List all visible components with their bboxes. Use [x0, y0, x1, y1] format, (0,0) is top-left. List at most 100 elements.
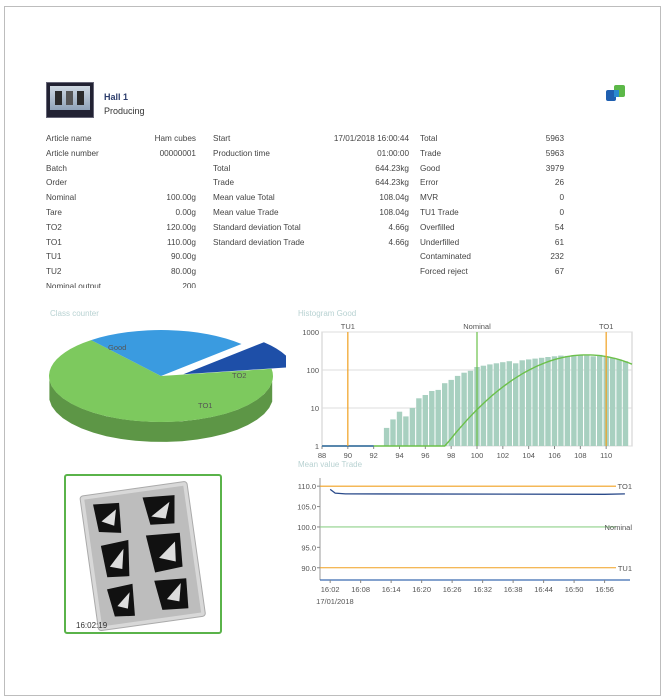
stat-row: Contaminated 232: [420, 250, 564, 265]
brand-logo-icon: [606, 85, 625, 101]
histogram-xtick: 110: [600, 451, 612, 460]
stat-value: 0.00g: [175, 207, 197, 217]
class-counter-title: Class counter: [50, 309, 99, 318]
trade-ref-label-tu1: TU1: [618, 564, 632, 573]
stat-row: TO2 120.00g: [46, 221, 196, 236]
stat-value: 80.00g: [170, 267, 196, 277]
histogram-bar: [577, 354, 583, 446]
histogram-xtick: 90: [344, 451, 352, 460]
pie-label-to1: TO1: [198, 401, 212, 410]
stat-value: 120.00g: [166, 222, 196, 232]
stat-value: 200: [182, 281, 196, 288]
stat-row: TU2 80.00g: [46, 265, 196, 280]
stat-value: 108.04g: [379, 193, 409, 203]
stat-row: TU1 90.00g: [46, 250, 196, 265]
histogram-xtick: 88: [318, 451, 326, 460]
stat-value: 0: [559, 193, 564, 203]
stat-label: Article number: [46, 148, 99, 158]
stat-label: Article name: [46, 134, 92, 143]
histogram-marker-label-tu1: TU1: [341, 322, 355, 331]
trade-ref-label-nominal: Nominal: [604, 523, 632, 532]
histogram-bar: [597, 354, 603, 446]
histogram-bar: [500, 362, 506, 446]
stat-row: TU1 Trade 0: [420, 206, 564, 221]
stat-value: 01:00:00: [377, 148, 409, 158]
histogram-bar: [622, 361, 629, 446]
machine-thumbnail-icon: [46, 82, 94, 118]
stat-value: 100.00g: [166, 193, 196, 203]
stat-row: Start 17/01/2018 16:00:44: [213, 132, 409, 147]
histogram-xtick: 108: [574, 451, 587, 460]
stat-label: MVR: [420, 193, 439, 203]
stat-row: Trade 644.23kg: [213, 176, 409, 191]
trade-ytick: 105.0: [297, 503, 316, 512]
stat-row: Nominal 100.00g: [46, 191, 196, 206]
histogram-bar: [609, 357, 616, 446]
mean-trade-title: Mean value Trade: [298, 460, 363, 469]
stat-row: Total 644.23kg: [213, 162, 409, 177]
histogram-bar: [461, 372, 467, 446]
histogram-bar: [538, 357, 545, 446]
histogram-bar: [429, 391, 435, 446]
stat-value: 644.23kg: [375, 163, 409, 173]
histogram-bar: [442, 383, 448, 446]
histogram-bar: [396, 411, 403, 446]
histogram-bar: [416, 398, 422, 446]
histogram-bar: [435, 389, 441, 446]
histogram-xtick: 98: [447, 451, 455, 460]
image-timestamp: 16:02:19: [76, 621, 108, 630]
stat-value: 5963: [545, 148, 564, 158]
hall-title: Hall 1: [104, 92, 129, 102]
stat-row: Article number 00000001: [46, 147, 196, 162]
stat-row: Standard deviation Trade 4.66g: [213, 236, 409, 251]
histogram-bar: [383, 427, 390, 446]
histogram-bar: [558, 355, 564, 446]
stat-value: 67: [554, 267, 564, 277]
class-counter-chart: Good TO1 TO2: [48, 330, 286, 442]
histogram-bar: [571, 355, 577, 446]
stat-row: Trade 5963: [420, 147, 564, 162]
trade-xtick: 16:14: [382, 585, 401, 594]
stat-row: MVR 0: [420, 191, 564, 206]
stat-row: Underfilled 61: [420, 236, 564, 251]
count-stats: Total 5963 Trade 5963 Good 3979 Error 26 MVR 0 TU1…: [420, 132, 564, 280]
histogram-bar: [409, 408, 416, 446]
stat-value: Ham cubes: [154, 134, 196, 143]
stat-label: TU1 Trade: [420, 207, 459, 217]
stat-row: TO1 110.00g: [46, 236, 196, 251]
histogram-bar: [422, 395, 428, 446]
histogram-marker-label-nominal: Nominal: [463, 322, 491, 331]
stat-label: Overfilled: [420, 222, 455, 232]
histogram-bar: [493, 363, 500, 446]
histogram-bar: [513, 363, 519, 446]
trade-series-line: [329, 488, 625, 495]
histogram-xtick: 104: [522, 451, 535, 460]
histogram-bar: [551, 356, 558, 446]
stat-label: Tare: [46, 207, 62, 217]
hall-status: Producing: [104, 106, 145, 116]
stat-label: Production time: [213, 148, 270, 158]
histogram-ytick: 1000: [302, 328, 319, 337]
pie-label-good: Good: [108, 343, 126, 352]
histogram-bar: [403, 416, 409, 446]
product-image-panel[interactable]: 16:02:19: [64, 474, 222, 634]
stat-row: Nominal output 200: [46, 280, 196, 288]
stat-label: Total: [420, 134, 438, 143]
trade-ytick: 95.0: [301, 543, 316, 552]
histogram-bar: [616, 359, 622, 446]
stat-value: 3979: [545, 163, 564, 173]
stat-label: Error: [420, 178, 439, 188]
stat-row: Good 3979: [420, 162, 564, 177]
histogram-bar: [590, 356, 596, 446]
stat-value: 4.66g: [388, 222, 410, 232]
stat-value: 54: [554, 222, 564, 232]
stat-value: 110.00g: [167, 237, 196, 247]
histogram-bar: [532, 358, 538, 446]
stat-label: Start: [213, 134, 231, 143]
trade-ytick: 110.0: [298, 482, 316, 491]
stat-row: Mean value Total 108.04g: [213, 191, 409, 206]
histogram-bar: [390, 419, 396, 446]
trade-xtick: 16:38: [504, 585, 523, 594]
stat-label: Mean value Trade: [213, 207, 279, 217]
trade-xtick: 16:08: [351, 585, 370, 594]
